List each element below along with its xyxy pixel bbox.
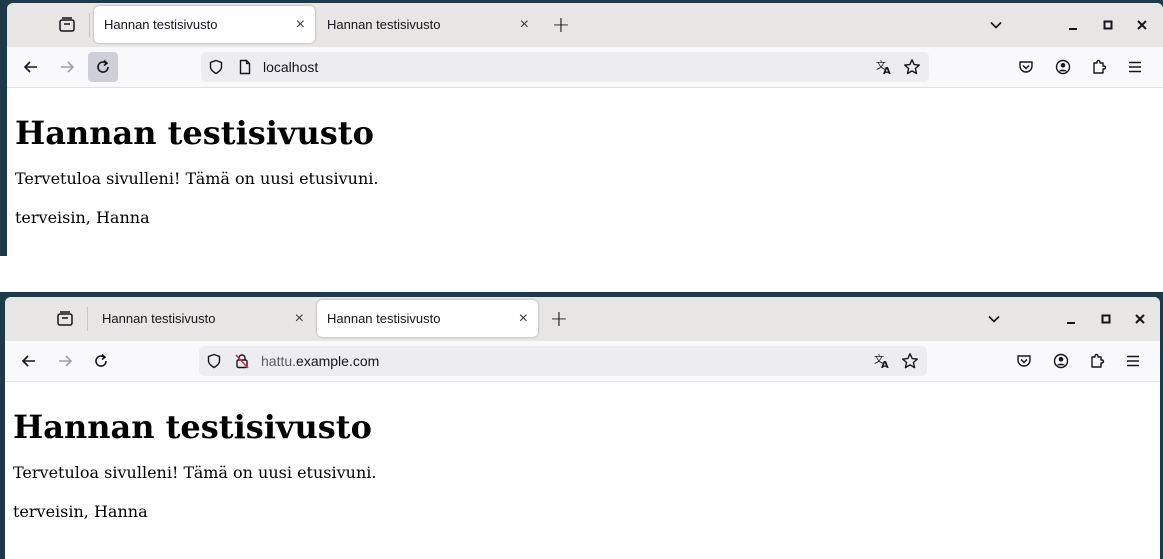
url-bar[interactable]: localhost 文A	[201, 52, 929, 82]
welcome-paragraph: Tervetuloa sivulleni! Tämä on uusi etusi…	[13, 463, 377, 482]
pocket-icon[interactable]	[1010, 347, 1038, 375]
forward-arrow-icon[interactable]	[51, 347, 79, 375]
navigation-toolbar: localhost 文A	[7, 47, 1163, 88]
tab-close-icon[interactable]: ×	[296, 6, 305, 43]
tab-title: Hannan testisivusto	[327, 17, 441, 32]
hamburger-menu-icon[interactable]	[1119, 347, 1147, 375]
tab-close-icon[interactable]: ×	[519, 300, 528, 337]
browser-window-example: Hannan testisivusto × Hannan testisivust…	[5, 297, 1160, 559]
account-icon[interactable]	[1049, 53, 1077, 81]
svg-text:A: A	[881, 360, 889, 370]
url-text[interactable]: localhost	[263, 52, 318, 82]
extensions-puzzle-icon[interactable]	[1085, 53, 1113, 81]
signature-paragraph: terveisin, Hanna	[13, 502, 148, 521]
url-host: localhost	[263, 59, 319, 75]
signature-paragraph: terveisin, Hanna	[15, 208, 150, 227]
shield-icon[interactable]	[206, 353, 222, 369]
tab-title: Hannan testisivusto	[104, 17, 218, 32]
maximize-icon[interactable]	[1092, 305, 1120, 333]
bookmark-star-icon[interactable]	[901, 352, 919, 370]
firefox-view-icon[interactable]	[51, 305, 79, 333]
extensions-puzzle-icon[interactable]	[1083, 347, 1111, 375]
maximize-icon[interactable]	[1094, 11, 1122, 39]
tab-2[interactable]: Hannan testisivusto ×	[317, 6, 539, 43]
navigation-toolbar: hattu.example.com 文A	[5, 341, 1160, 382]
new-tab-icon[interactable]: +	[547, 11, 575, 39]
url-text[interactable]: hattu.example.com	[261, 346, 379, 376]
back-arrow-icon[interactable]	[17, 53, 45, 81]
tab-close-icon[interactable]: ×	[295, 300, 304, 337]
page-content: Hannan testisivusto Tervetuloa sivulleni…	[7, 88, 1163, 228]
close-window-icon[interactable]	[1128, 11, 1156, 39]
url-prefix: hattu.	[261, 353, 297, 369]
insecure-lock-icon[interactable]	[234, 353, 250, 369]
reload-icon[interactable]	[87, 347, 115, 375]
bookmark-star-icon[interactable]	[903, 58, 921, 76]
welcome-paragraph: Tervetuloa sivulleni! Tämä on uusi etusi…	[15, 169, 379, 188]
tab-close-icon[interactable]: ×	[520, 6, 529, 43]
translate-icon[interactable]: 文A	[873, 352, 891, 370]
tab-title: Hannan testisivusto	[102, 311, 216, 326]
back-arrow-icon[interactable]	[15, 347, 43, 375]
svg-text:A: A	[883, 66, 891, 76]
page-content: Hannan testisivusto Tervetuloa sivulleni…	[5, 382, 1160, 522]
tab-strip: Hannan testisivusto × Hannan testisivust…	[5, 297, 1160, 341]
url-bar[interactable]: hattu.example.com 文A	[199, 346, 927, 376]
account-icon[interactable]	[1047, 347, 1075, 375]
hamburger-menu-icon[interactable]	[1121, 53, 1149, 81]
firefox-view-icon[interactable]	[53, 11, 81, 39]
tab-1[interactable]: Hannan testisivusto ×	[92, 300, 314, 337]
tab-2[interactable]: Hannan testisivusto ×	[317, 300, 538, 337]
tab-separator	[89, 13, 90, 37]
tab-1[interactable]: Hannan testisivusto ×	[94, 6, 315, 43]
tab-strip: Hannan testisivusto × Hannan testisivust…	[7, 3, 1163, 47]
shield-icon[interactable]	[208, 59, 224, 75]
desktop-background	[0, 256, 1163, 292]
minimize-icon[interactable]	[1059, 11, 1087, 39]
url-host: example.com	[296, 353, 380, 369]
browser-window-localhost: Hannan testisivusto × Hannan testisivust…	[7, 3, 1163, 256]
forward-arrow-icon[interactable]	[53, 53, 81, 81]
list-tabs-chevron-down-icon[interactable]	[982, 11, 1010, 39]
reload-icon[interactable]	[88, 52, 118, 82]
pocket-icon[interactable]	[1012, 53, 1040, 81]
new-tab-icon[interactable]: +	[545, 305, 573, 333]
page-icon[interactable]	[237, 59, 253, 75]
tab-separator	[87, 307, 88, 331]
translate-icon[interactable]: 文A	[875, 58, 893, 76]
close-window-icon[interactable]	[1126, 305, 1154, 333]
page-heading: Hannan testisivusto	[15, 114, 374, 152]
tab-title: Hannan testisivusto	[327, 311, 441, 326]
minimize-icon[interactable]	[1057, 305, 1085, 333]
list-tabs-chevron-down-icon[interactable]	[980, 305, 1008, 333]
page-heading: Hannan testisivusto	[13, 408, 372, 446]
